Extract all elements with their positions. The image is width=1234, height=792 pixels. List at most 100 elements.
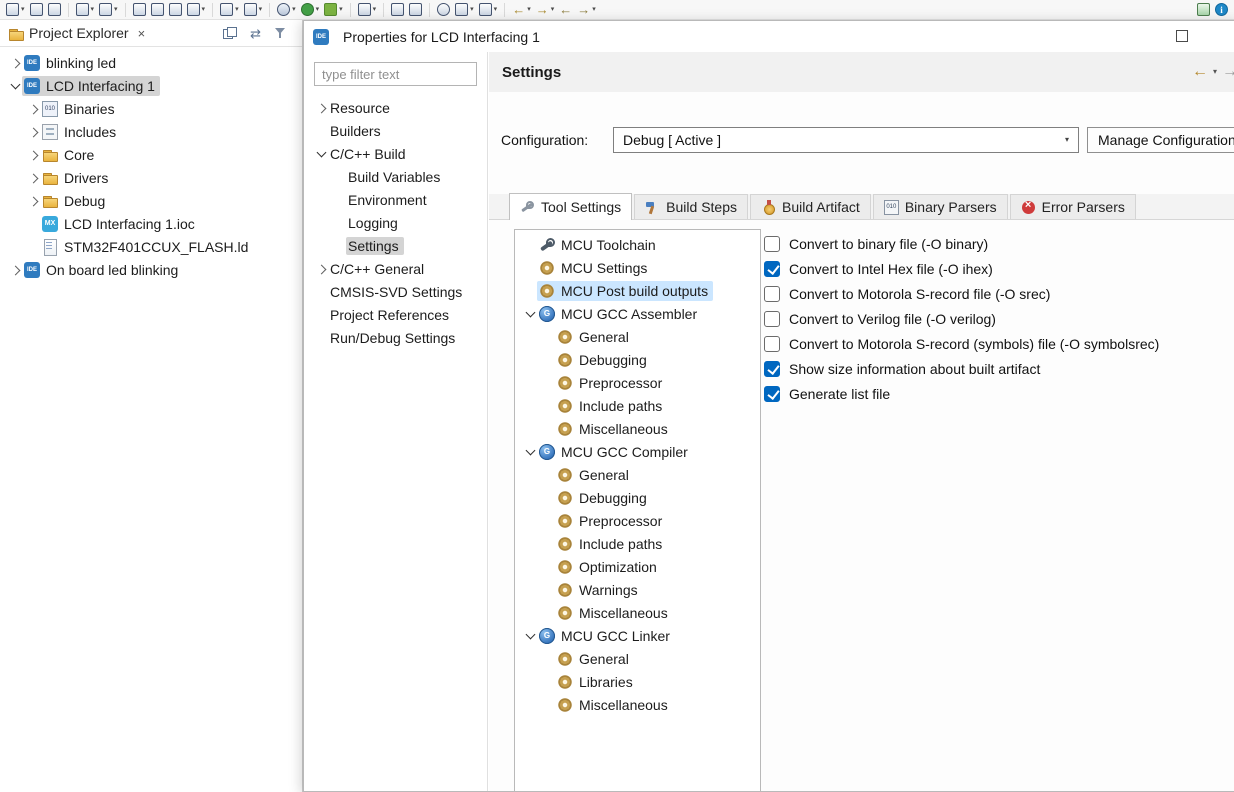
expanded-chevron-icon[interactable] [8, 79, 22, 93]
expanded-chevron-icon[interactable] [523, 629, 537, 643]
tool-item-mcu-toolchain[interactable]: MCU Toolchain [515, 233, 760, 256]
checkbox-convert-to-verilog-file-o-verilog[interactable] [764, 310, 780, 327]
toolbar-save-button[interactable] [29, 3, 44, 16]
tool-item-include-paths[interactable]: Include paths [515, 532, 760, 555]
option-convert-to-motorola-s-record-file-o-srec[interactable]: Convert to Motorola S-record file (-O sr… [764, 281, 1159, 306]
toolbar-settings-run-button[interactable]: ▾ [276, 3, 297, 16]
close-tab-icon[interactable]: × [138, 26, 146, 41]
toolbar-paintbrush-button[interactable]: ▾ [98, 3, 119, 16]
explorer-item-stm32f401ccux-flash-ld[interactable]: STM32F401CCUX_FLASH.ld [0, 235, 302, 258]
tool-item-warnings[interactable]: Warnings [515, 578, 760, 601]
tool-item-general[interactable]: General [515, 463, 760, 486]
collapsed-chevron-icon[interactable] [314, 101, 328, 115]
expanded-chevron-icon[interactable] [314, 147, 328, 161]
nav-item-build-variables[interactable]: Build Variables [304, 165, 487, 188]
checkbox-show-size-information-about-built-artifact[interactable] [764, 360, 780, 377]
nav-item-resource[interactable]: Resource [304, 96, 487, 119]
toolbar-run-attach-button[interactable]: ▾ [243, 3, 264, 16]
toolbar-annotate-button[interactable]: ▾ [75, 3, 96, 16]
tool-item-debugging[interactable]: Debugging [515, 486, 760, 509]
toolbar-open-perspective-button[interactable] [1196, 3, 1211, 16]
explorer-item-blinking-led[interactable]: blinking led [0, 51, 302, 74]
explorer-item-binaries[interactable]: Binaries [0, 97, 302, 120]
checkbox-convert-to-intel-hex-file-o-ihex[interactable] [764, 260, 780, 277]
expanded-chevron-icon[interactable] [523, 445, 537, 459]
collapsed-chevron-icon[interactable] [26, 125, 40, 139]
collapsed-chevron-icon[interactable] [26, 171, 40, 185]
maximize-button[interactable] [1176, 30, 1188, 42]
toolbar-save-all-button[interactable] [47, 3, 62, 16]
option-convert-to-intel-hex-file-o-ihex[interactable]: Convert to Intel Hex file (-O ihex) [764, 256, 1159, 281]
toolbar-next-edit-button[interactable]: → ▾ [576, 3, 597, 16]
nav-item-environment[interactable]: Environment [304, 188, 487, 211]
toolbar-new-file-button[interactable]: ▾ [186, 3, 207, 16]
tool-item-optimization[interactable]: Optimization [515, 555, 760, 578]
tab-build-steps[interactable]: Build Steps [634, 194, 748, 219]
option-convert-to-motorola-s-record-symbols-file-o-symbolsrec[interactable]: Convert to Motorola S-record (symbols) f… [764, 331, 1159, 356]
option-show-size-information-about-built-artifact[interactable]: Show size information about built artifa… [764, 356, 1159, 381]
checkbox-convert-to-motorola-s-record-file-o-srec[interactable] [764, 285, 780, 302]
tool-item-preprocessor[interactable]: Preprocessor [515, 509, 760, 532]
tool-item-debugging[interactable]: Debugging [515, 348, 760, 371]
toolbar-run-button[interactable]: ▾ [300, 3, 321, 16]
toolbar-search-button[interactable] [436, 3, 451, 16]
checkbox-generate-list-file[interactable] [764, 385, 780, 402]
tab-project-explorer[interactable]: Project Explorer × [8, 25, 145, 41]
toolbar-new-wizard-button[interactable]: ▾ [357, 3, 378, 16]
explorer-item-on-board-led-blinking[interactable]: On board led blinking [0, 258, 302, 281]
tool-item-mcu-settings[interactable]: MCU Settings [515, 256, 760, 279]
tab-error-parsers[interactable]: Error Parsers [1009, 194, 1136, 219]
tab-build-artifact[interactable]: Build Artifact [750, 194, 871, 219]
collapsed-chevron-icon[interactable] [26, 102, 40, 116]
explorer-item-core[interactable]: Core [0, 143, 302, 166]
tool-item-preprocessor[interactable]: Preprocessor [515, 371, 760, 394]
nav-item-cmsis-svd-settings[interactable]: CMSIS-SVD Settings [304, 280, 487, 303]
toolbar-gears-button[interactable] [168, 3, 183, 16]
tool-item-mcu-gcc-linker[interactable]: MCU GCC Linker [515, 624, 760, 647]
forward-arrow-icon[interactable]: → [1222, 64, 1234, 80]
explorer-item-lcd-interfacing-1-ioc[interactable]: LCD Interfacing 1.ioc [0, 212, 302, 235]
collapsed-chevron-icon[interactable] [314, 262, 328, 276]
checkbox-convert-to-motorola-s-record-symbols-file-o-symbolsrec[interactable] [764, 335, 780, 352]
toolbar-zoom-button[interactable] [132, 3, 147, 16]
tool-item-mcu-post-build-outputs[interactable]: MCU Post build outputs [515, 279, 760, 302]
explorer-item-includes[interactable]: Includes [0, 120, 302, 143]
tool-item-miscellaneous[interactable]: Miscellaneous [515, 417, 760, 440]
filter-icon[interactable] [274, 26, 288, 40]
back-dropdown-caret-icon[interactable]: ▾ [1213, 68, 1217, 76]
expanded-chevron-icon[interactable] [523, 307, 537, 321]
tool-item-miscellaneous[interactable]: Miscellaneous [515, 601, 760, 624]
nav-item-run-debug-settings[interactable]: Run/Debug Settings [304, 326, 487, 349]
toolbar-debug-attach-button[interactable]: ▾ [219, 3, 240, 16]
tool-item-general[interactable]: General [515, 647, 760, 670]
explorer-item-lcd-interfacing-1[interactable]: LCD Interfacing 1 [0, 74, 302, 97]
tab-tool-settings[interactable]: Tool Settings [509, 193, 633, 220]
link-with-editor-icon[interactable]: ⇄ [250, 27, 261, 40]
collapsed-chevron-icon[interactable] [8, 263, 22, 277]
filter-input[interactable] [314, 62, 477, 86]
configuration-combobox[interactable]: Debug [ Active ] ▾ [613, 127, 1079, 153]
toolbar-restore-window-button[interactable]: ▾ [5, 3, 26, 16]
toolbar-forward-arrow-button[interactable]: → ▾ [535, 3, 556, 16]
toolbar-info-button[interactable] [1214, 3, 1229, 16]
tool-item-general[interactable]: General [515, 325, 760, 348]
tool-item-mcu-gcc-compiler[interactable]: MCU GCC Compiler [515, 440, 760, 463]
toolbar-prev-edit-button[interactable]: ← [558, 3, 573, 16]
option-convert-to-verilog-file-o-verilog[interactable]: Convert to Verilog file (-O verilog) [764, 306, 1159, 331]
tab-binary-parsers[interactable]: Binary Parsers [872, 194, 1008, 219]
option-convert-to-binary-file-o-binary[interactable]: Convert to binary file (-O binary) [764, 231, 1159, 256]
tool-item-libraries[interactable]: Libraries [515, 670, 760, 693]
collapsed-chevron-icon[interactable] [8, 56, 22, 70]
checkbox-convert-to-binary-file-o-binary[interactable] [764, 235, 780, 252]
toolbar-next-annotation-button[interactable]: ▾ [478, 3, 499, 16]
tool-item-miscellaneous[interactable]: Miscellaneous [515, 693, 760, 716]
dialog-titlebar[interactable]: Properties for LCD Interfacing 1 [304, 21, 1234, 52]
collapsed-chevron-icon[interactable] [26, 148, 40, 162]
toolbar-back-arrow-button[interactable]: ← ▾ [511, 3, 532, 16]
collapse-all-icon[interactable] [223, 26, 238, 40]
nav-item-logging[interactable]: Logging [304, 211, 487, 234]
nav-item-settings[interactable]: Settings [304, 234, 487, 257]
tool-item-mcu-gcc-assembler[interactable]: MCU GCC Assembler [515, 302, 760, 325]
nav-item-builders[interactable]: Builders [304, 119, 487, 142]
toolbar-document-button[interactable] [408, 3, 423, 16]
